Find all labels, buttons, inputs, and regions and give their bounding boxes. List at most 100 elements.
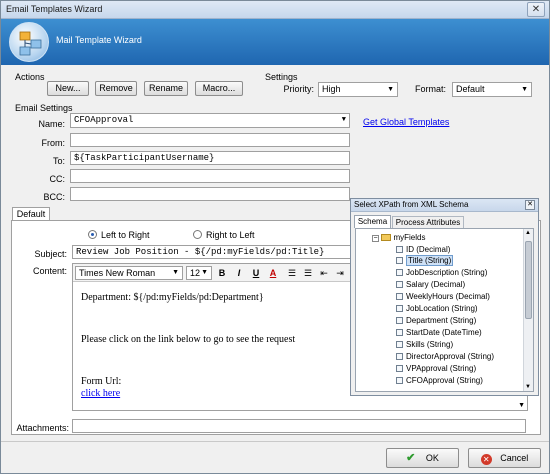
format-label: Format:: [414, 84, 446, 94]
tree-field-title[interactable]: Title (String): [396, 255, 454, 266]
new-template-button[interactable]: New...: [47, 81, 89, 96]
collapse-icon[interactable]: −: [372, 235, 379, 242]
email-templates-wizard-window: Email Templates Wizard ✕ Mail Template W…: [0, 0, 550, 474]
font-color-icon[interactable]: A: [266, 266, 280, 280]
format-select[interactable]: Default ▼: [452, 82, 532, 97]
tab-schema[interactable]: Schema: [354, 215, 391, 228]
field-icon: [396, 329, 403, 336]
window-title: Email Templates Wizard: [6, 4, 103, 14]
to-field[interactable]: ${TaskParticipantUsername}: [70, 151, 350, 165]
xpath-schema-popup: Select XPath from XML Schema ✕ Schema Pr…: [350, 198, 539, 396]
tree-root-label: myFields: [393, 233, 426, 242]
chevron-down-icon: ▼: [172, 269, 179, 276]
tree-field-label: Title (String): [406, 255, 454, 266]
priority-label: Priority:: [283, 84, 314, 94]
outdent-icon[interactable]: ⇤: [317, 266, 331, 280]
scroll-down-arrow-icon[interactable]: ▼: [518, 402, 525, 409]
tree-field-department[interactable]: Department (String): [396, 315, 476, 326]
italic-icon[interactable]: I: [232, 266, 246, 280]
tree-field-salary[interactable]: Salary (Decimal): [396, 279, 465, 290]
wizard-header-title: Mail Template Wizard: [56, 35, 142, 45]
tree-field-skills[interactable]: Skills (String): [396, 339, 453, 350]
tree-field-startdate[interactable]: StartDate (DateTime): [396, 327, 482, 338]
numbered-list-icon[interactable]: ☰: [285, 266, 299, 280]
chevron-down-icon: ▼: [521, 86, 528, 93]
font-size-value: 12: [190, 268, 201, 278]
content-line-department: Department: ${/pd:myFields/pd:Department…: [81, 292, 264, 303]
tree-field-joblocation[interactable]: JobLocation (String): [396, 303, 478, 314]
tree-field-weeklyhours[interactable]: WeeklyHours (Decimal): [396, 291, 490, 302]
tree-field-label: JobLocation (String): [406, 304, 478, 313]
subject-field[interactable]: Review Job Position - ${/pd:myFields/pd:…: [72, 245, 352, 259]
template-name-select[interactable]: CFOApproval ▼: [70, 113, 350, 128]
font-family-select[interactable]: Times New Roman ▼: [75, 266, 183, 280]
tab-process-attributes[interactable]: Process Attributes: [392, 216, 464, 228]
macro-button[interactable]: Macro...: [195, 81, 243, 96]
attachments-field[interactable]: [72, 419, 526, 433]
field-icon: [396, 377, 403, 384]
ok-button[interactable]: ✔ OK: [386, 448, 459, 468]
field-icon: [396, 317, 403, 324]
cancel-icon: ✕: [480, 454, 492, 465]
from-field[interactable]: [70, 133, 350, 147]
scroll-up-arrow-icon[interactable]: ▲: [525, 230, 531, 236]
left-to-right-radio[interactable]: [88, 230, 97, 239]
tree-field-label: VPApproval (String): [406, 364, 477, 373]
underline-icon[interactable]: U: [249, 266, 263, 280]
get-global-templates-link[interactable]: Get Global Templates: [363, 117, 449, 127]
attachments-label: Attachments:: [16, 423, 69, 433]
tree-scrollbar[interactable]: ▲ ▼: [523, 229, 533, 391]
bold-icon[interactable]: B: [215, 266, 229, 280]
tree-root-node[interactable]: − myFields: [372, 233, 425, 242]
tree-field-label: Department (String): [406, 316, 477, 325]
from-label: From:: [41, 138, 66, 148]
template-name-value: CFOApproval: [74, 115, 134, 125]
email-settings-section-label: Email Settings: [15, 103, 73, 113]
scroll-down-arrow-icon[interactable]: ▼: [525, 384, 531, 390]
tree-field-cfoapproval[interactable]: CFOApproval (String): [396, 375, 483, 386]
check-icon: ✔: [406, 452, 416, 464]
tab-default[interactable]: Default: [12, 207, 50, 221]
cc-label: CC:: [49, 174, 66, 184]
right-to-left-radio[interactable]: [193, 230, 202, 239]
click-here-link[interactable]: click here: [81, 388, 120, 399]
folder-icon: [381, 234, 392, 241]
name-label: Name:: [38, 119, 65, 129]
tree-field-id[interactable]: ID (Decimal): [396, 244, 450, 255]
field-icon: [396, 281, 403, 288]
cancel-button[interactable]: ✕ Cancel: [468, 448, 541, 468]
tree-field-directorapproval[interactable]: DirectorApproval (String): [396, 351, 494, 362]
bulleted-list-icon[interactable]: ☰: [301, 266, 315, 280]
ok-button-label: OK: [425, 453, 439, 463]
tree-field-label: CFOApproval (String): [406, 376, 483, 385]
tree-field-label: Skills (String): [406, 340, 454, 349]
content-line-form-url: Form Url:: [81, 376, 122, 387]
priority-select[interactable]: High ▼: [318, 82, 398, 97]
settings-section-label: Settings: [265, 72, 298, 82]
remove-template-button[interactable]: Remove: [95, 81, 137, 96]
tree-field-vpapproval[interactable]: VPApproval (String): [396, 363, 476, 374]
bcc-field[interactable]: [70, 187, 350, 201]
field-icon: [396, 341, 403, 348]
field-icon: [396, 365, 403, 372]
content-line-instructions: Please click on the link below to go to …: [81, 334, 296, 345]
left-to-right-label: Left to Right: [101, 230, 150, 240]
field-icon: [396, 269, 403, 276]
title-bar: Email Templates Wizard ✕: [1, 1, 549, 19]
popup-title: Select XPath from XML Schema: [354, 200, 469, 209]
tree-field-label: DirectorApproval (String): [406, 352, 495, 361]
close-icon[interactable]: ✕: [527, 2, 545, 17]
cancel-button-label: Cancel: [500, 453, 529, 463]
rename-template-button[interactable]: Rename: [144, 81, 188, 96]
tree-field-jobdescription[interactable]: JobDescription (String): [396, 267, 487, 278]
content-label: Content:: [32, 266, 67, 276]
popup-close-icon[interactable]: ✕: [525, 200, 535, 210]
tree-scrollbar-thumb[interactable]: [525, 241, 532, 319]
font-size-select[interactable]: 12 ▼: [186, 266, 212, 280]
indent-icon[interactable]: ⇥: [333, 266, 347, 280]
cc-field[interactable]: [70, 169, 350, 183]
chevron-down-icon: ▼: [201, 269, 208, 276]
tree-field-label: WeeklyHours (Decimal): [406, 292, 490, 301]
footer-divider: [1, 441, 549, 442]
subject-label: Subject:: [34, 249, 67, 259]
